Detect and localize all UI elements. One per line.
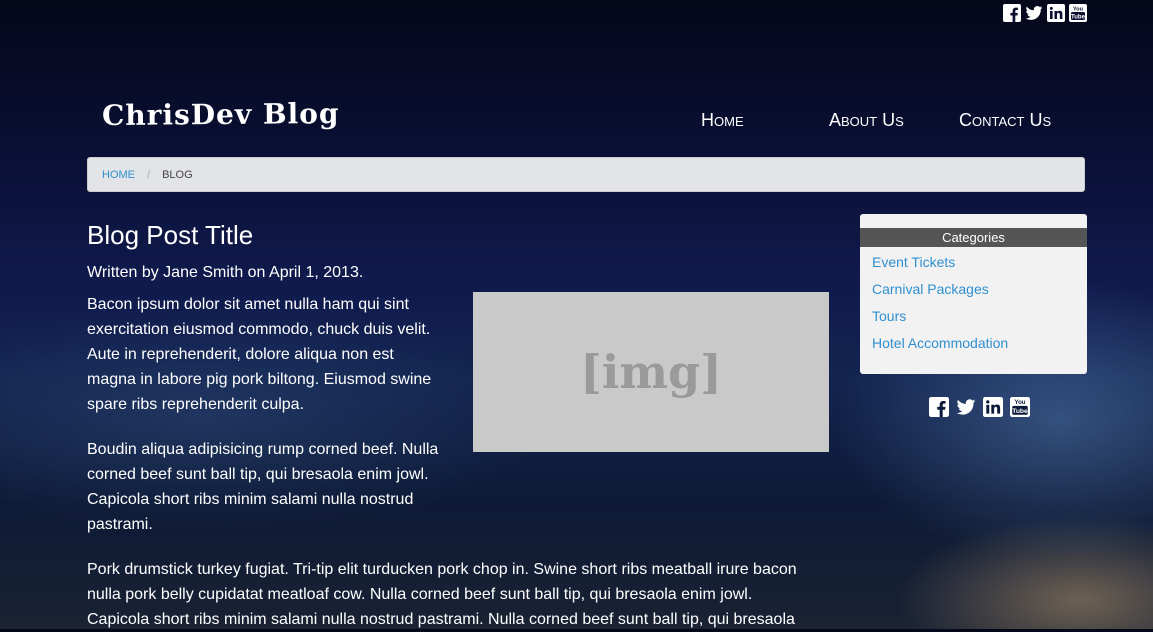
category-link-carnival-packages[interactable]: Carnival Packages [872,281,989,297]
main-nav: Home About Us Contact Us [701,110,1051,131]
facebook-icon[interactable] [929,397,949,417]
post-byline: Written by Jane Smith on April 1, 2013. [87,264,364,281]
sidebar-social-links: Tube You [929,397,1030,417]
breadcrumb-separator: / [147,168,151,181]
image-placeholder-label: [img] [580,345,722,399]
breadcrumb-current: BLOG [162,168,193,181]
category-link-hotel-accommodation[interactable]: Hotel Accommodation [872,335,1008,351]
top-social-links: Tube You [1003,4,1087,22]
category-link-event-tickets[interactable]: Event Tickets [872,254,955,270]
site-logo[interactable]: ChrisDev Blog [102,97,340,132]
categories-heading: Categories [860,228,1087,247]
svg-text:You: You [1014,399,1025,406]
category-item: Tours [872,303,1087,330]
post-paragraph-1: Bacon ipsum dolor sit amet nulla ham qui… [87,296,432,413]
linkedin-icon[interactable] [1047,4,1065,22]
breadcrumb-home-link[interactable]: HOME [102,169,135,181]
facebook-icon[interactable] [1003,4,1021,22]
svg-text:Tube: Tube [1071,15,1086,21]
twitter-icon[interactable] [956,397,976,417]
linkedin-icon[interactable] [983,397,1003,417]
category-item: Event Tickets [872,249,1087,276]
breadcrumb: HOME / BLOG [87,157,1085,192]
svg-text:You: You [1073,7,1083,13]
category-link-tours[interactable]: Tours [872,308,906,324]
category-item: Hotel Accommodation [872,330,1087,357]
youtube-icon[interactable]: Tube You [1010,397,1030,417]
nav-about-us[interactable]: About Us [829,110,959,131]
youtube-icon[interactable]: Tube You [1069,4,1087,22]
nav-contact-us[interactable]: Contact Us [959,110,1051,131]
post-paragraph-2: Boudin aliqua adipisicing rump corned be… [87,441,439,533]
twitter-icon[interactable] [1025,4,1043,22]
nav-home[interactable]: Home [701,110,829,131]
categories-list: Event Tickets Carnival Packages Tours Ho… [860,249,1087,357]
post-paragraph-3: Pork drumstick turkey fugiat. Tri-tip el… [87,561,797,628]
svg-text:Tube: Tube [1012,408,1028,415]
post-image-placeholder: [img] [473,292,829,452]
post-title: Blog Post Title [87,220,254,250]
category-item: Carnival Packages [872,276,1087,303]
categories-sidebar: Categories Event Tickets Carnival Packag… [860,214,1087,374]
